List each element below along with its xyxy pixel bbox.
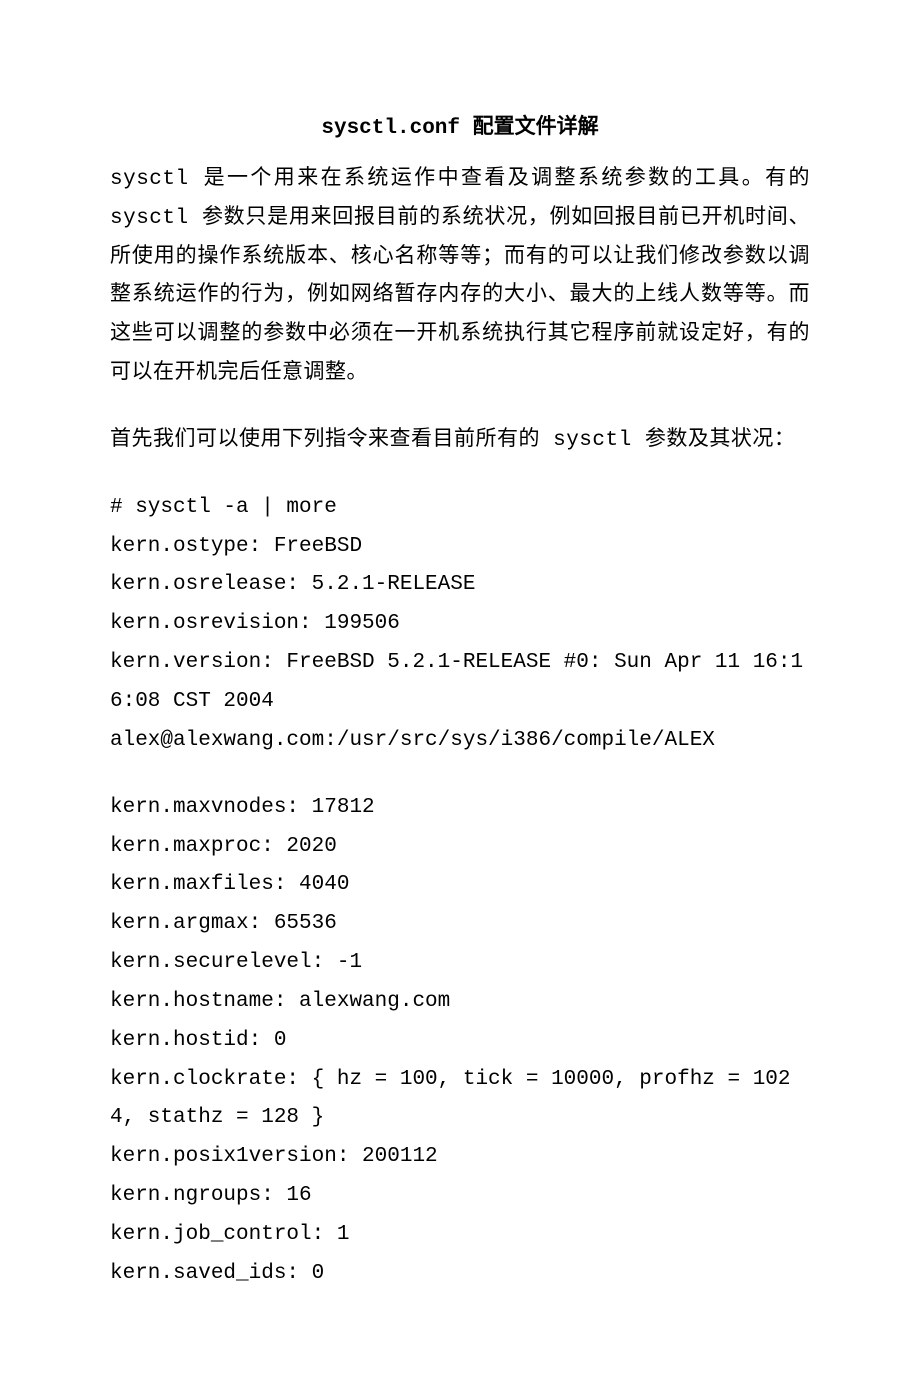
- code-line: kern.osrelease: 5.2.1-RELEASE: [110, 566, 810, 605]
- code-line: kern.ngroups: 16: [110, 1177, 810, 1216]
- code-line: kern.version: FreeBSD 5.2.1-RELEASE #0: …: [110, 644, 810, 722]
- code-line: kern.ostype: FreeBSD: [110, 528, 810, 567]
- code-line: kern.maxvnodes: 17812: [110, 789, 810, 828]
- code-line: kern.hostid: 0: [110, 1022, 810, 1061]
- code-line: kern.posix1version: 200112: [110, 1138, 810, 1177]
- code-block-2: kern.maxvnodes: 17812 kern.maxproc: 2020…: [110, 789, 810, 1294]
- paragraph-intro: sysctl 是一个用来在系统运作中查看及调整系统参数的工具。有的 sysctl…: [110, 161, 810, 394]
- code-line: kern.argmax: 65536: [110, 905, 810, 944]
- code-line: kern.securelevel: -1: [110, 944, 810, 983]
- document-title: sysctl.conf 配置文件详解: [110, 110, 810, 149]
- code-line: kern.hostname: alexwang.com: [110, 983, 810, 1022]
- code-line: kern.clockrate: { hz = 100, tick = 10000…: [110, 1061, 810, 1139]
- code-line: kern.maxfiles: 4040: [110, 866, 810, 905]
- code-line: # sysctl -a | more: [110, 489, 810, 528]
- paragraph-instruction: 首先我们可以使用下列指令来查看目前所有的 sysctl 参数及其状况：: [110, 422, 810, 461]
- code-block-1: # sysctl -a | more kern.ostype: FreeBSD …: [110, 489, 810, 761]
- code-line: kern.job_control: 1: [110, 1216, 810, 1255]
- code-line: kern.osrevision: 199506: [110, 605, 810, 644]
- code-line: alex@alexwang.com:/usr/src/sys/i386/comp…: [110, 722, 810, 761]
- code-line: kern.saved_ids: 0: [110, 1255, 810, 1294]
- code-line: kern.maxproc: 2020: [110, 828, 810, 867]
